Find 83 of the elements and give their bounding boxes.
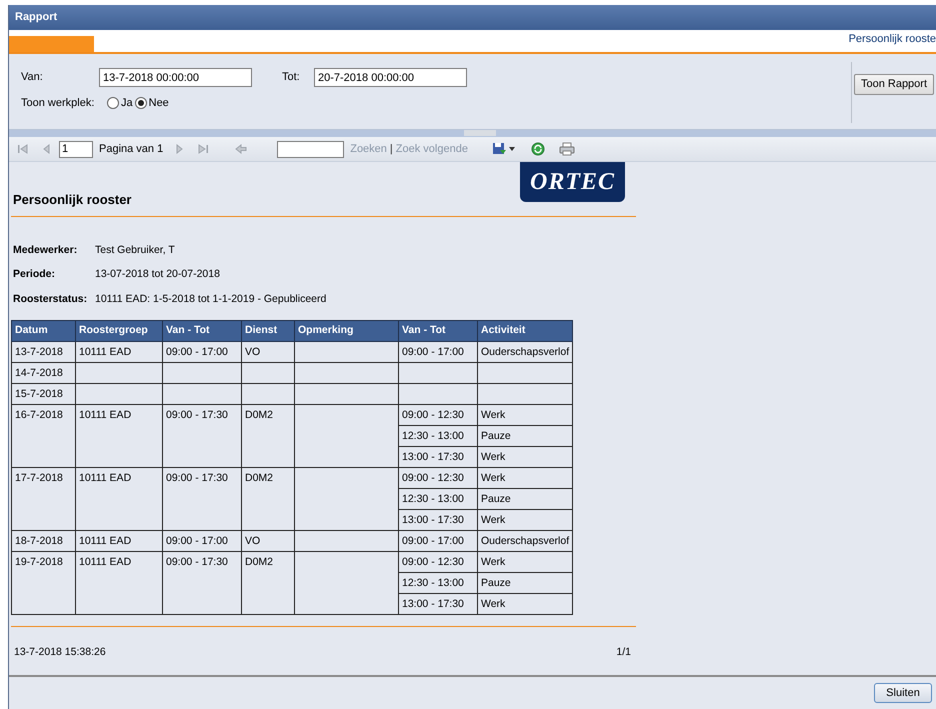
table-cell: 10111 EAD [76,404,162,468]
window-title: Rapport [9,5,936,30]
page-count-text: 1/1 [616,644,631,660]
info-label: Medewerker: [13,242,78,258]
dropdown-caret-icon[interactable] [508,147,515,151]
table-cell: 18-7-2018 [12,530,76,552]
separator-text: | [390,142,393,157]
column-header: Datum [12,320,76,342]
table-cell: Werk [478,551,573,572]
field-label: Toon werkplek: [21,96,96,111]
table-cell: 16-7-2018 [12,404,76,468]
close-button[interactable]: Sluiten [874,683,932,703]
table-cell: Werk [478,467,573,488]
table-cell: 10111 EAD [76,467,162,530]
show-report-button[interactable]: Toon Rapport [854,74,934,94]
table-cell: D0M2 [242,467,294,530]
print-icon[interactable] [558,142,575,156]
company-logo: ORTEC [520,162,625,202]
info-value: Test Gebruiker, T [95,242,176,258]
table-cell: Werk [478,446,573,468]
search-field[interactable] [277,140,344,158]
table-cell: 09:00 - 17:00 [398,530,478,552]
table-cell: 13:00 - 17:30 [398,509,478,530]
table-cell: Pauze [478,425,573,446]
column-header: Opmerking [294,320,398,342]
table-cell: Pauze [478,572,573,594]
date-field[interactable]: 13-7-2018 00:00:00 [99,68,252,87]
save-icon[interactable] [492,142,507,156]
table-cell: 13:00 - 17:30 [398,593,478,614]
column-header: Activiteit [478,320,573,342]
table-cell: 12:30 - 13:00 [398,488,478,510]
table-cell: 09:00 - 17:30 [162,551,242,614]
field-label: Tot: [282,70,301,86]
table-cell: VO [242,341,294,362]
page-count-label: Pagina van 1 [99,142,164,157]
info-value: 13-07-2018 tot 20-07-2018 [95,267,221,282]
table-cell: 09:00 - 17:00 [162,341,242,362]
table-cell: 19-7-2018 [12,551,76,614]
timestamp-text: 13-7-2018 15:38:26 [14,644,106,660]
table-cell: 10111 EAD [76,341,162,362]
table-cell: VO [242,530,294,552]
info-label: Roosterstatus: [13,292,88,307]
table-cell: 12:30 - 13:00 [398,425,478,446]
table-cell: 09:00 - 17:30 [162,467,242,530]
field-label: Van: [21,70,44,86]
table-cell: 10111 EAD [76,551,162,614]
table-cell: 09:00 - 17:30 [162,404,242,468]
table-cell: D0M2 [242,551,294,614]
column-header: Dienst [242,320,294,342]
table-cell: 10111 EAD [76,530,162,552]
radio-button[interactable] [134,97,147,110]
table-cell: D0M2 [242,404,294,468]
table-cell: Werk [478,593,573,614]
table-cell: Pauze [478,488,573,510]
table-cell: 09:00 - 17:00 [398,341,478,362]
table-cell: 12:30 - 13:00 [398,572,478,594]
table-cell: Werk [478,509,573,530]
table-cell: 15-7-2018 [12,383,76,404]
info-value: 10111 EAD: 1-5-2018 tot 1-1-2019 - Gepubliceerd [95,292,328,307]
table-cell: 09:00 - 12:30 [398,551,478,572]
table-cell: 09:00 - 12:30 [398,404,478,426]
table-cell: 13-7-2018 [12,341,76,362]
radio-button[interactable] [107,97,119,110]
table-cell: Ouderschapsverlof [478,341,573,362]
table-cell: 09:00 - 17:00 [162,530,242,552]
radio-label: Nee [148,96,169,111]
column-header: Van - Tot [398,320,478,342]
tab[interactable]: Persoonlijk rooste [848,30,936,52]
table-cell: 14-7-2018 [12,362,76,384]
info-label: Periode: [13,267,56,282]
table-cell: 13:00 - 17:30 [398,446,478,468]
column-header: Roostergroep [76,320,162,342]
radio-label: Ja [121,96,133,111]
splitter-handle[interactable] [464,130,496,136]
table-cell: 17-7-2018 [12,467,76,530]
table-cell: 09:00 - 12:30 [398,467,478,488]
table-cell: Ouderschapsverlof [478,530,573,552]
report-title: Persoonlijk rooster [13,191,132,209]
column-header: Van - Tot [162,320,242,342]
table-cell: Werk [478,404,573,426]
date-field[interactable]: 20-7-2018 00:00:00 [314,68,467,87]
refresh-icon[interactable] [530,142,545,156]
page-number-field[interactable]: 1 [59,140,93,158]
